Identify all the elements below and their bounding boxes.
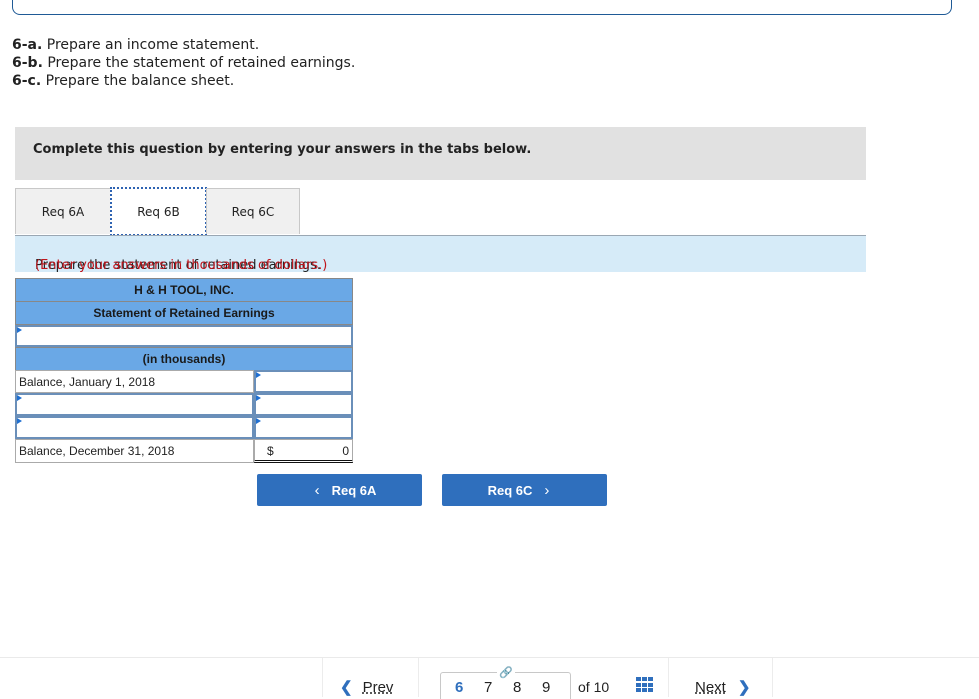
input-row3-label[interactable] [15,416,254,439]
next-req-button[interactable]: Req 6C › [442,474,607,506]
grid-icon[interactable] [636,677,654,693]
total-dec31-cell: $ 0 [254,439,353,463]
input-row2-value[interactable] [254,393,353,416]
prev-question-link[interactable]: ❮ Prev [340,678,393,696]
link-icon: 🔗 [497,666,515,679]
prompt-note: (Enter your answers in thousands of doll… [35,258,328,273]
input-jan1-value[interactable] [254,370,353,393]
input-row3-value[interactable] [254,416,353,439]
page-8[interactable]: 8 [513,679,521,696]
instruction-6b: 6-b. Prepare the statement of retained e… [12,55,356,71]
chevron-left-icon: ❮ [340,679,353,696]
page-6[interactable]: 6 [455,679,463,696]
total-value: 0 [342,444,349,458]
instruction-banner: Complete this question by entering your … [15,127,866,180]
row-label-jan1: Balance, January 1, 2018 [15,370,254,393]
row-label-dec31: Balance, December 31, 2018 [15,439,254,463]
instruction-6c: 6-c. Prepare the balance sheet. [12,73,235,89]
period-input[interactable] [15,325,353,347]
chevron-right-icon: › [544,481,550,499]
page-total: of 10 [578,679,610,695]
question-navigation-footer: ❮ Prev 🔗 6 7 8 9 of 10 Next ❯ [0,657,979,699]
prompt-bar: Prepare the statement of retained earnin… [15,235,866,273]
tab-req-6a[interactable]: Req 6A [15,188,111,234]
next-question-link[interactable]: Next ❯ [695,678,750,696]
input-row2-label[interactable] [15,393,254,416]
company-name: H & H TOOL, INC. [15,278,353,302]
page-selector: 🔗 6 7 8 9 [440,666,571,699]
chevron-left-icon: ‹ [314,481,320,499]
currency-symbol: $ [267,444,274,458]
tab-req-6b[interactable]: Req 6B [110,187,207,236]
page-9[interactable]: 9 [542,679,550,696]
instructions: 6-a. Prepare an income statement. 6-b. P… [12,36,355,90]
instruction-6a: 6-a. Prepare an income statement. [12,37,260,53]
tab-req-6c[interactable]: Req 6C [206,188,300,234]
units-label: (in thousands) [15,347,353,371]
statement-title: Statement of Retained Earnings [15,301,353,325]
question-box-top [12,0,952,15]
prev-req-button[interactable]: ‹ Req 6A [257,474,422,506]
page-7[interactable]: 7 [484,679,492,696]
chevron-right-icon: ❯ [737,679,751,696]
